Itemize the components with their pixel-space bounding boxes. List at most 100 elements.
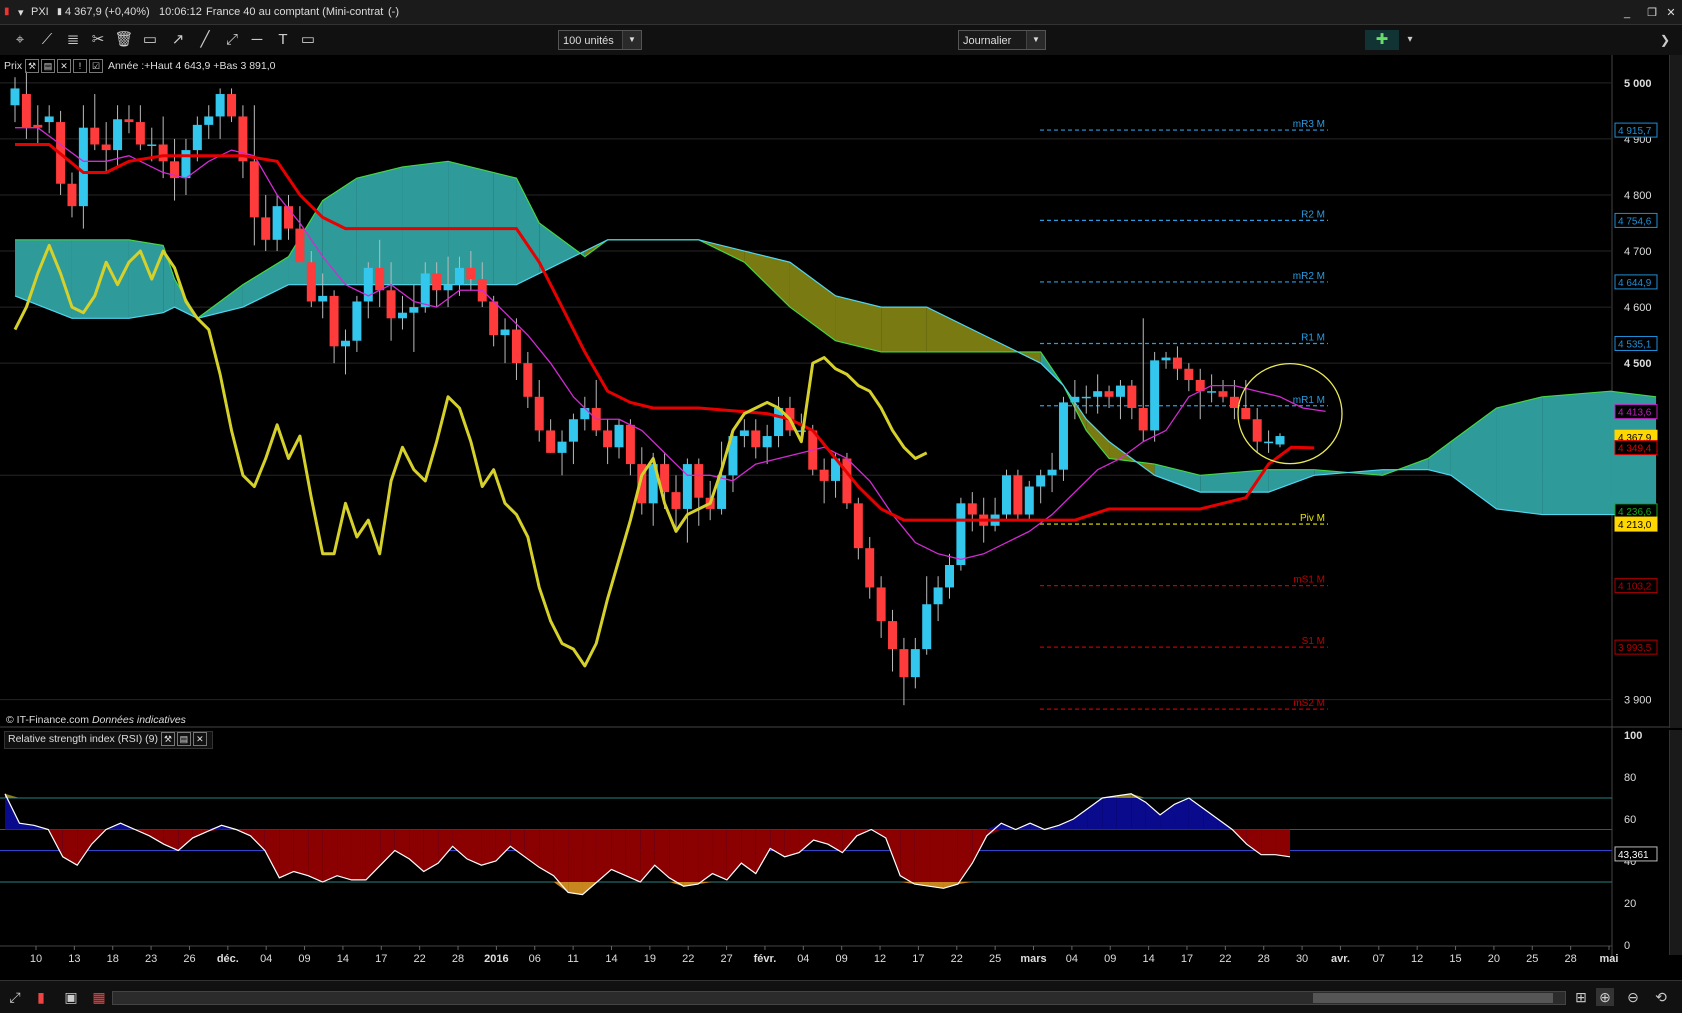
- export-icon[interactable]: ⤢: [6, 988, 24, 1006]
- pivot-label: R2 M: [1301, 209, 1325, 220]
- zoom-in-icon[interactable]: ⊕: [1596, 988, 1614, 1006]
- properties-icon[interactable]: ☑: [89, 59, 104, 73]
- time-axis-label: 12: [1411, 953, 1423, 965]
- bear-candle: [603, 430, 613, 448]
- collapse-icon[interactable]: ❯: [1655, 30, 1675, 50]
- chart-type-icon[interactable]: ▦: [90, 988, 108, 1006]
- bull-candle: [1001, 475, 1011, 515]
- bear-candle: [671, 492, 681, 509]
- bear-candle: [1241, 408, 1251, 420]
- time-axis-label: 28: [452, 953, 464, 965]
- bear-candle: [432, 273, 442, 291]
- bull-candle: [922, 604, 932, 650]
- price-scrollbar[interactable]: [1669, 55, 1682, 728]
- bear-candle: [1127, 385, 1137, 409]
- price-tag-label: 4 754,6: [1618, 216, 1652, 227]
- line-icon[interactable]: ╱: [195, 30, 215, 50]
- bear-candle: [1013, 475, 1023, 515]
- tools-icon[interactable]: ✂: [88, 30, 108, 50]
- credit-source: © IT-Finance.com: [6, 714, 90, 726]
- remove-icon[interactable]: ✕: [192, 732, 207, 746]
- bear-candle: [511, 329, 521, 364]
- bull-candle: [1036, 475, 1046, 487]
- period-select[interactable]: Journalier ▼: [958, 30, 1046, 50]
- time-axis-label: 17: [375, 953, 387, 965]
- cursor-icon[interactable]: ⌖: [10, 30, 30, 50]
- bar-type-icon[interactable]: ▮: [32, 988, 50, 1006]
- bull-candle: [397, 312, 407, 319]
- frame-icon[interactable]: ▭: [298, 30, 318, 50]
- bear-candle: [21, 94, 31, 128]
- bull-candle: [352, 301, 362, 341]
- wrench-icon[interactable]: ⚒: [25, 59, 40, 73]
- time-axis-label: 22: [414, 953, 426, 965]
- zoom-out-icon[interactable]: ⊖: [1624, 988, 1642, 1006]
- indicators-icon[interactable]: ✚: [1365, 30, 1399, 50]
- time-axis-label: 04: [1066, 953, 1078, 965]
- time-axis-label: 15: [1449, 953, 1461, 965]
- bear-candle: [888, 621, 898, 650]
- arrow-icon[interactable]: ↗: [168, 30, 188, 50]
- bear-candle: [386, 290, 396, 319]
- time-axis-label: déc.: [217, 953, 239, 965]
- bull-candle: [1024, 486, 1034, 515]
- bull-candle: [1207, 391, 1217, 393]
- alert-icon[interactable]: !: [73, 59, 88, 73]
- time-scroll-thumb[interactable]: [1313, 993, 1553, 1003]
- bull-candle: [580, 408, 590, 420]
- horizontal-line-icon[interactable]: ─: [247, 30, 267, 50]
- close-icon[interactable]: ✕: [1664, 6, 1678, 20]
- remove-icon[interactable]: ✕: [57, 59, 72, 73]
- properties-icon[interactable]: ▤: [176, 732, 191, 746]
- bear-candle: [158, 144, 168, 162]
- restore-icon[interactable]: ❐: [1645, 6, 1659, 20]
- price-tag-label: 4 644,9: [1618, 278, 1652, 289]
- fibonacci-icon[interactable]: ≣: [63, 30, 83, 50]
- quote-flag-icon: ▮: [57, 6, 62, 16]
- rsi-scrollbar[interactable]: [1669, 730, 1682, 955]
- bear-candle: [227, 94, 237, 117]
- time-scrollbar[interactable]: [112, 991, 1566, 1005]
- bull-candle: [443, 284, 453, 291]
- bear-candle: [853, 503, 863, 549]
- bear-candle: [1184, 368, 1194, 380]
- bull-candle: [1275, 436, 1285, 445]
- minimize-icon[interactable]: _: [1620, 6, 1634, 20]
- wrench-icon[interactable]: ⚒: [160, 732, 175, 746]
- copy-icon[interactable]: ▤: [41, 59, 56, 73]
- trend-tool-icon[interactable]: ⟋: [37, 30, 57, 50]
- rsi-fill-red: [481, 829, 496, 866]
- pivot-label: S1 M: [1302, 636, 1325, 647]
- rsi-fill-red: [683, 829, 699, 887]
- text-icon[interactable]: T: [273, 30, 293, 50]
- trash-icon[interactable]: 🗑: [114, 30, 134, 50]
- bear-candle: [466, 267, 476, 280]
- price-tag-label: 4 213,0: [1618, 520, 1652, 531]
- units-select[interactable]: 100 unités ▼: [558, 30, 642, 50]
- diagonal-line-icon[interactable]: ⤢: [222, 30, 242, 50]
- pivot-label: mR3 M: [1293, 119, 1325, 130]
- instrument-name: France 40 au comptant (Mini-contrat: [206, 6, 384, 18]
- save-icon[interactable]: ▣: [62, 988, 80, 1006]
- rsi-fill-red: [914, 829, 930, 887]
- bear-candle: [1104, 391, 1114, 397]
- bull-candle: [933, 587, 943, 605]
- bull-candle: [1070, 396, 1080, 403]
- chevron-down-icon[interactable]: ▾: [1400, 30, 1420, 50]
- fit-icon[interactable]: ⊞: [1572, 988, 1590, 1006]
- bear-candle: [375, 267, 385, 291]
- rectangle-icon[interactable]: ▭: [140, 30, 160, 50]
- dropdown-icon[interactable]: ▾: [18, 6, 24, 19]
- bull-candle: [113, 119, 123, 151]
- time-axis-label: 17: [912, 953, 924, 965]
- reset-zoom-icon[interactable]: ⟲: [1652, 988, 1670, 1006]
- chevron-down-icon: ▼: [622, 31, 641, 49]
- bull-candle: [910, 649, 920, 678]
- rsi-fill-red: [293, 829, 309, 876]
- pivot-label: mR1 M: [1293, 395, 1325, 406]
- bear-candle: [865, 548, 875, 588]
- price-tag-label: 4 103,2: [1618, 582, 1652, 593]
- chart-area[interactable]: 5 0004 9004 8004 7004 6004 5004 3003 900…: [0, 55, 1682, 980]
- time-axis-label: mars: [1020, 953, 1046, 965]
- rsi-fill-red: [1275, 829, 1290, 857]
